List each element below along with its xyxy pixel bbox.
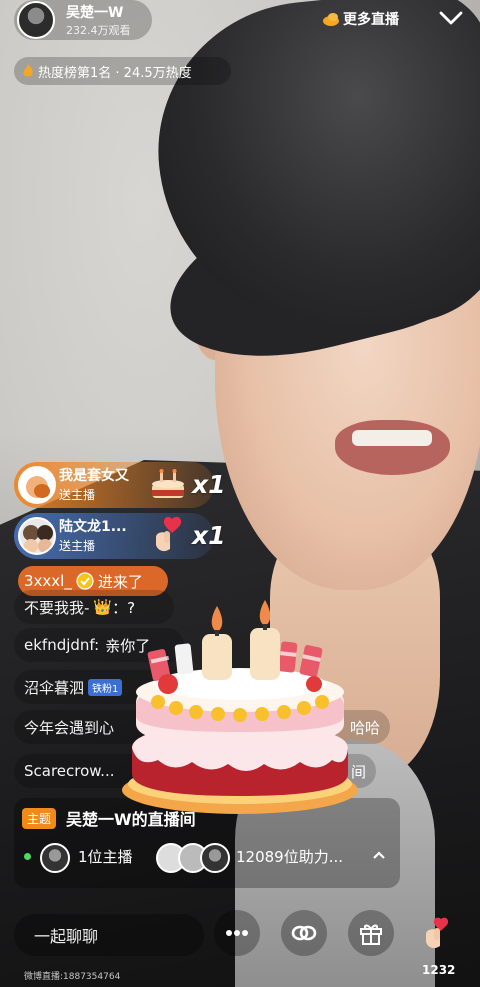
birthday-cake-icon bbox=[122, 600, 358, 814]
viewer-count: 232.4万观看 bbox=[66, 24, 131, 37]
chevron-down-icon[interactable] bbox=[438, 8, 464, 28]
more-live-button[interactable]: 更多直播 bbox=[322, 9, 399, 29]
cloud-icon bbox=[323, 13, 339, 26]
cake-icon bbox=[152, 469, 184, 498]
link-icon bbox=[291, 925, 317, 941]
flame-icon bbox=[23, 64, 33, 77]
entered-text: 进来了 bbox=[97, 572, 143, 591]
host-avatar[interactable] bbox=[17, 1, 55, 39]
chat-input[interactable]: 一起聊聊 bbox=[14, 914, 204, 956]
gift-sender-name: 陆文龙1... bbox=[59, 519, 127, 535]
rank-text: 热度榜第1名 · 24.5万热度 bbox=[38, 65, 192, 81]
crown-icon: 👑 bbox=[93, 598, 113, 616]
avatar[interactable] bbox=[18, 517, 56, 555]
chat-user: 不要我我- bbox=[24, 598, 90, 617]
rank-badge[interactable]: 热度榜第1名 · 24.5万热度 bbox=[14, 57, 231, 85]
gift-button[interactable] bbox=[348, 910, 394, 956]
like-button[interactable] bbox=[414, 910, 460, 956]
avatar[interactable] bbox=[18, 466, 56, 504]
gift-notice: 我是套女又 送主播 bbox=[14, 462, 214, 508]
like-count: 1232 bbox=[422, 963, 456, 977]
more-live-label: 更多直播 bbox=[343, 12, 399, 28]
avatar[interactable] bbox=[200, 843, 230, 873]
gift-notice: 陆文龙1... 送主播 bbox=[14, 513, 214, 559]
watermark: 微博直播:1887354764 bbox=[24, 972, 121, 982]
live-dot bbox=[24, 853, 31, 860]
gift-icon bbox=[360, 924, 382, 945]
more-button[interactable] bbox=[214, 910, 260, 956]
gift-count: x1 bbox=[192, 521, 226, 550]
chat-user: 沼伞暮泗 bbox=[24, 678, 85, 697]
chat-user: Scarecrow... bbox=[24, 762, 115, 780]
avatar[interactable] bbox=[40, 843, 70, 873]
link-button[interactable] bbox=[281, 910, 327, 956]
host-count: 1位主播 bbox=[78, 848, 133, 866]
gift-sender-name: 我是套女又 bbox=[59, 468, 129, 484]
gift-count: x1 bbox=[192, 470, 226, 499]
topic-tag: 主题 bbox=[22, 808, 57, 829]
more-icon bbox=[226, 930, 248, 936]
gift-action: 送主播 bbox=[59, 539, 96, 553]
entered-user-name: 3xxxl_ bbox=[24, 572, 72, 590]
chat-user: ekfndjdnf: bbox=[24, 636, 100, 654]
booster-count: 12089位助力... bbox=[236, 848, 344, 866]
chat-user: 今年会遇到心 bbox=[24, 718, 115, 737]
chevron-up-icon[interactable] bbox=[372, 850, 386, 860]
verified-badge-icon bbox=[76, 572, 94, 590]
finger-heart-icon bbox=[426, 917, 449, 949]
finger-heart-icon bbox=[156, 516, 182, 552]
gift-action: 送主播 bbox=[59, 488, 96, 502]
host-name: 吴楚一W bbox=[66, 5, 124, 21]
